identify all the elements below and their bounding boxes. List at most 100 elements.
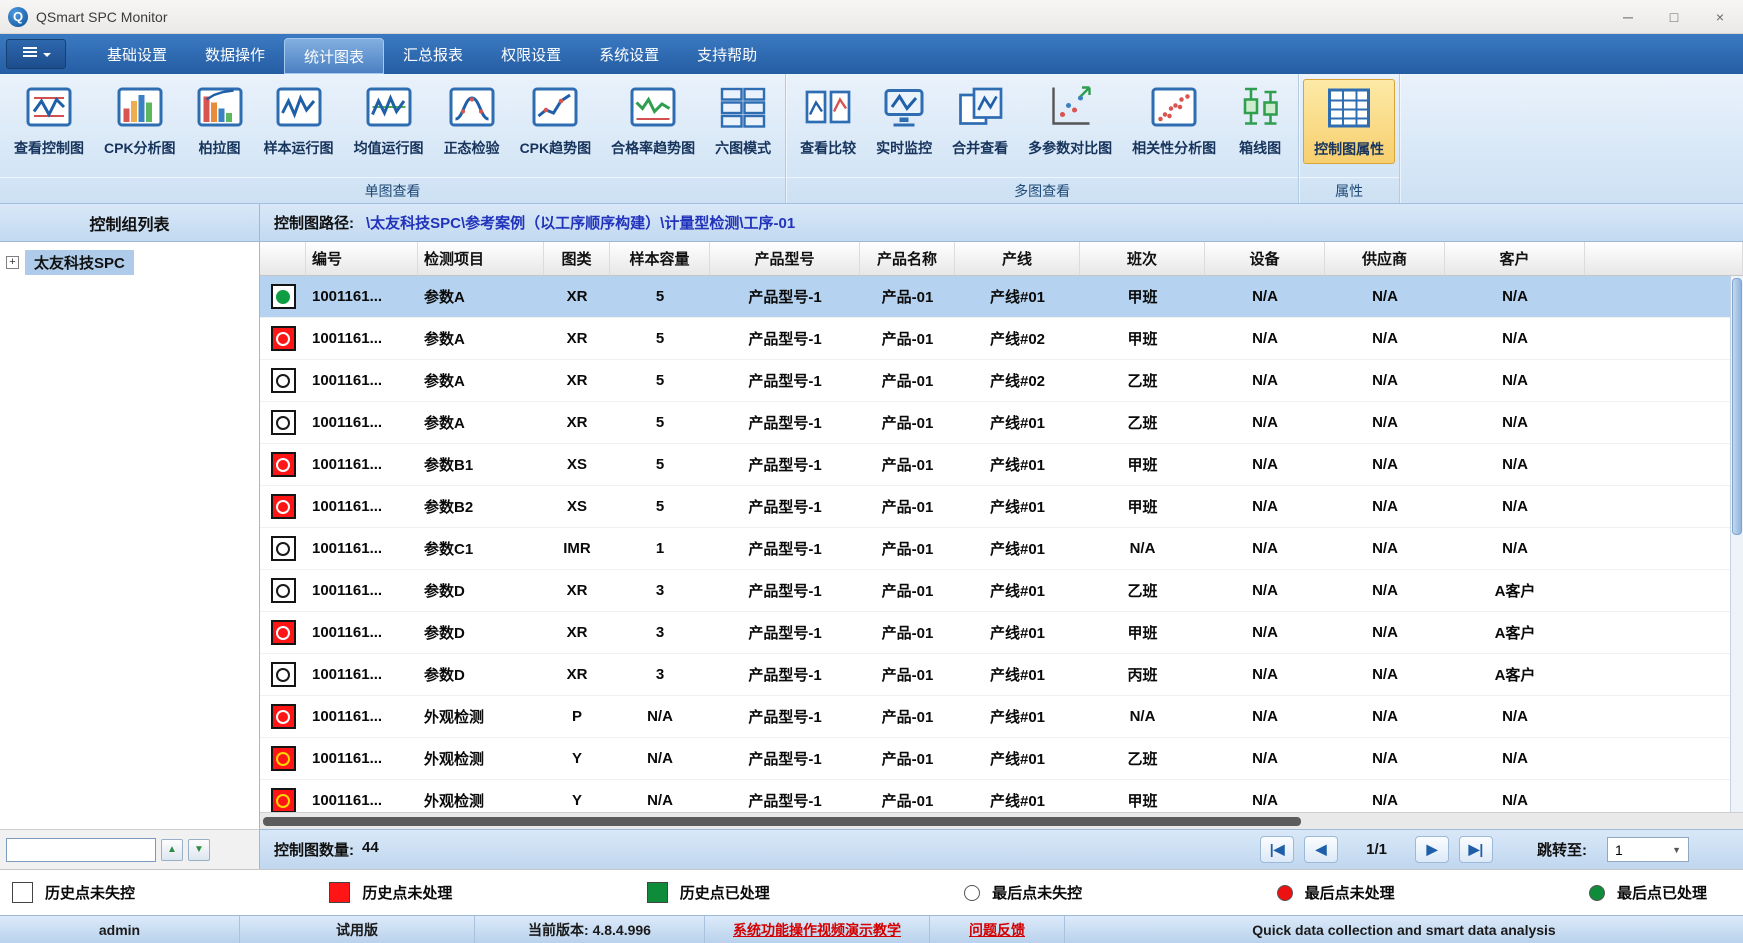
table-row[interactable]: 1001161...参数C1IMR1产品型号-1产品-01产线#01N/AN/A… (260, 528, 1743, 570)
ribbon-group-single-view: 查看控制图CPK分析图柏拉图样本运行图均值运行图正态检验CPK趋势图合格率趋势图… (0, 74, 786, 203)
tree-expander-icon[interactable]: + (6, 256, 19, 269)
ribbon-button-box-plot[interactable]: 箱线图 (1226, 79, 1294, 162)
close-button[interactable]: × (1697, 0, 1743, 33)
table-row[interactable]: 1001161...参数DXR3产品型号-1产品-01产线#01乙班N/AN/A… (260, 570, 1743, 612)
cell-supplier: N/A (1325, 780, 1445, 812)
table-row[interactable]: 1001161...外观检测YN/A产品型号-1产品-01产线#01甲班N/AN… (260, 780, 1743, 812)
status-dot (276, 374, 290, 388)
column-header-supplier[interactable]: 供应商 (1325, 242, 1445, 275)
vertical-scrollbar[interactable] (1730, 276, 1743, 812)
view-control-chart-icon (25, 83, 73, 136)
prev-page-button[interactable]: ◀ (1304, 836, 1338, 863)
table-row[interactable]: 1001161...参数DXR3产品型号-1产品-01产线#01丙班N/AN/A… (260, 654, 1743, 696)
cell-line: 产线#01 (955, 738, 1080, 779)
ribbon-button-mean-run[interactable]: 均值运行图 (344, 79, 434, 162)
cell-device: N/A (1205, 276, 1325, 317)
cell-product-name: 产品-01 (860, 360, 955, 401)
cell-product-model: 产品型号-1 (710, 444, 860, 485)
vertical-scrollbar-thumb[interactable] (1732, 278, 1742, 535)
cell-inspection-item: 外观检测 (418, 696, 544, 737)
ribbon-button-correlation-analysis[interactable]: 相关性分析图 (1122, 79, 1226, 162)
pass-rate-trend-icon (629, 83, 677, 136)
jump-page-select[interactable]: 1 ▼ (1607, 837, 1689, 862)
cell-filler (1585, 570, 1743, 611)
tab-permission-settings[interactable]: 权限设置 (482, 38, 580, 70)
ribbon-button-cpk-analysis[interactable]: CPK分析图 (94, 79, 186, 162)
ribbon-button-multi-param-compare[interactable]: 多参数对比图 (1018, 79, 1122, 162)
search-down-button[interactable]: ▼ (188, 839, 210, 861)
tree-search-input[interactable] (6, 838, 156, 862)
cell-inspection-item: 参数A (418, 360, 544, 401)
maximize-button[interactable]: □ (1651, 0, 1697, 33)
search-up-button[interactable]: ▲ (161, 839, 183, 861)
column-header-product-name[interactable]: 产品名称 (860, 242, 955, 275)
ribbon-button-normality-test[interactable]: 正态检验 (434, 79, 510, 162)
column-header-line[interactable]: 产线 (955, 242, 1080, 275)
column-header-shift[interactable]: 班次 (1080, 242, 1205, 275)
cell-product-model: 产品型号-1 (710, 780, 860, 812)
cell-status (260, 360, 306, 401)
cell-status (260, 654, 306, 695)
cell-inspection-item: 参数B1 (418, 444, 544, 485)
ribbon-button-sample-run[interactable]: 样本运行图 (254, 79, 344, 162)
column-header-status[interactable] (260, 242, 306, 275)
status-dot (276, 332, 290, 346)
horizontal-scrollbar[interactable] (260, 812, 1743, 829)
status-video-tutorial-link[interactable]: 系统功能操作视频演示教学 (705, 916, 930, 943)
last-page-button[interactable]: ▶| (1459, 836, 1493, 863)
cell-status (260, 738, 306, 779)
column-header-inspection-item[interactable]: 检测项目 (418, 242, 544, 275)
ribbon-button-pass-rate-trend[interactable]: 合格率趋势图 (601, 79, 705, 162)
ribbon-button-view-compare[interactable]: 查看比较 (790, 79, 866, 162)
horizontal-scrollbar-thumb[interactable] (263, 817, 1301, 826)
table-row[interactable]: 1001161...参数DXR3产品型号-1产品-01产线#01甲班N/AN/A… (260, 612, 1743, 654)
column-header-device[interactable]: 设备 (1205, 242, 1325, 275)
table-row[interactable]: 1001161...参数AXR5产品型号-1产品-01产线#01乙班N/AN/A… (260, 402, 1743, 444)
tab-data-operations[interactable]: 数据操作 (186, 38, 284, 70)
table-row[interactable]: 1001161...参数AXR5产品型号-1产品-01产线#02甲班N/AN/A… (260, 318, 1743, 360)
menu-launcher-button[interactable] (6, 39, 66, 69)
table-row[interactable]: 1001161...外观检测PN/A产品型号-1产品-01产线#01N/AN/A… (260, 696, 1743, 738)
tab-statistical-charts[interactable]: 统计图表 (284, 38, 384, 74)
status-dot (276, 416, 290, 430)
ribbon-button-six-chart-mode[interactable]: 六图模式 (705, 79, 781, 162)
ribbon: 查看控制图CPK分析图柏拉图样本运行图均值运行图正态检验CPK趋势图合格率趋势图… (0, 74, 1743, 204)
cell-inspection-item: 外观检测 (418, 780, 544, 812)
table-row[interactable]: 1001161...参数B1XS5产品型号-1产品-01产线#01甲班N/AN/… (260, 444, 1743, 486)
ribbon-button-pareto[interactable]: 柏拉图 (186, 79, 254, 162)
cell-customer: N/A (1445, 360, 1585, 401)
tab-basic-settings[interactable]: 基础设置 (88, 38, 186, 70)
tree-node-label[interactable]: 太友科技SPC (25, 250, 134, 275)
column-header-product-model[interactable]: 产品型号 (710, 242, 860, 275)
column-header-chart-type[interactable]: 图类 (544, 242, 610, 275)
table-row[interactable]: 1001161...参数B2XS5产品型号-1产品-01产线#01甲班N/AN/… (260, 486, 1743, 528)
chart-path-value[interactable]: \太友科技SPC\参考案例（以工序顺序构建）\计量型检测\工序-01 (366, 212, 795, 233)
tab-support-help[interactable]: 支持帮助 (678, 38, 776, 70)
column-header-customer[interactable]: 客户 (1445, 242, 1585, 275)
next-page-button[interactable]: ▶ (1415, 836, 1449, 863)
ribbon-button-view-control-chart[interactable]: 查看控制图 (4, 79, 94, 162)
tab-system-settings[interactable]: 系统设置 (580, 38, 678, 70)
ribbon-button-realtime-monitor[interactable]: 实时监控 (866, 79, 942, 162)
cell-shift: 甲班 (1080, 276, 1205, 317)
cell-customer: N/A (1445, 528, 1585, 569)
status-icon (271, 620, 296, 645)
column-header-sample-size[interactable]: 样本容量 (610, 242, 710, 275)
column-header-serial[interactable]: 编号 (306, 242, 418, 275)
ribbon-button-control-chart-props[interactable]: 控制图属性 (1303, 79, 1395, 164)
column-header-filler[interactable] (1585, 242, 1743, 275)
table-row[interactable]: 1001161...参数AXR5产品型号-1产品-01产线#01甲班N/AN/A… (260, 276, 1743, 318)
cell-device: N/A (1205, 612, 1325, 653)
ribbon-button-cpk-trend[interactable]: CPK趋势图 (510, 79, 602, 162)
cell-chart-type: Y (544, 780, 610, 812)
status-feedback-link[interactable]: 问题反馈 (930, 916, 1065, 943)
table-row[interactable]: 1001161...参数AXR5产品型号-1产品-01产线#02乙班N/AN/A… (260, 360, 1743, 402)
ribbon-button-merged-view[interactable]: 合并查看 (942, 79, 1018, 162)
ribbon-button-label: 六图模式 (715, 138, 771, 158)
tree-node-root[interactable]: + 太友科技SPC (6, 250, 253, 275)
first-page-button[interactable]: |◀ (1260, 836, 1294, 863)
lastpoint-unhandled-icon (1277, 885, 1293, 901)
table-row[interactable]: 1001161...外观检测YN/A产品型号-1产品-01产线#01乙班N/AN… (260, 738, 1743, 780)
minimize-button[interactable]: ─ (1605, 0, 1651, 33)
tab-summary-reports[interactable]: 汇总报表 (384, 38, 482, 70)
